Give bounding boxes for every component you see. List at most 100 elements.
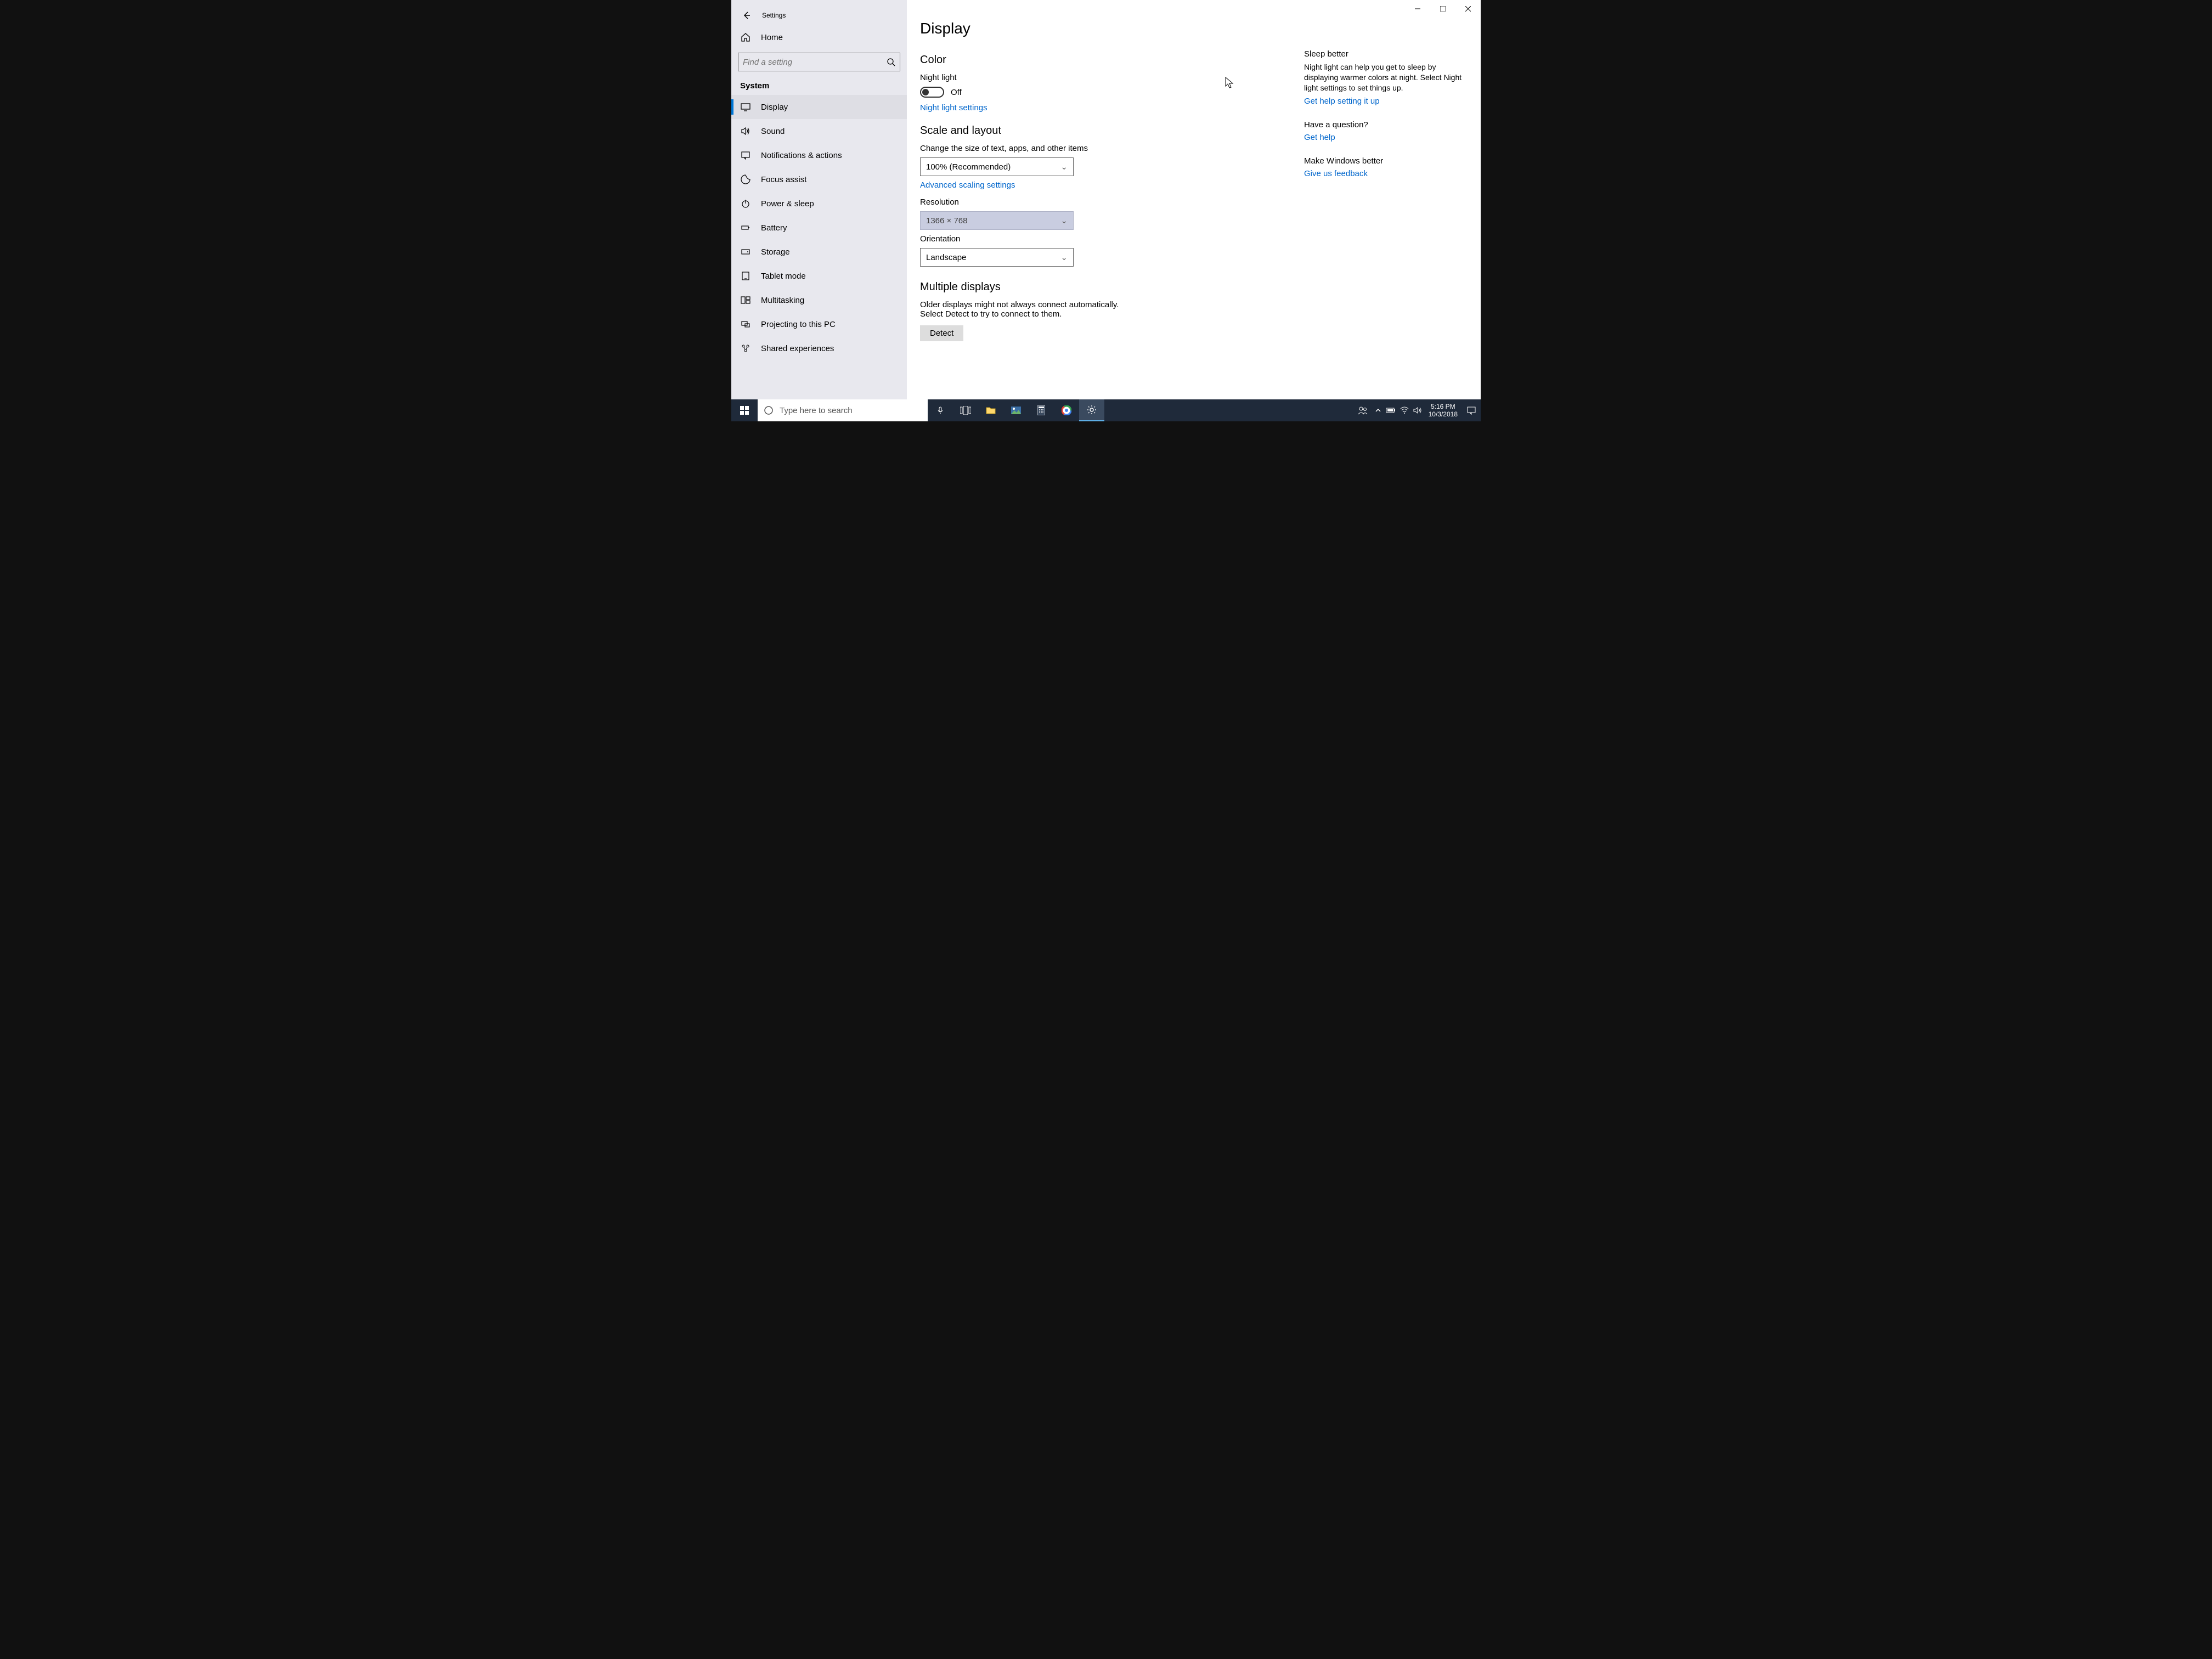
get-help-link[interactable]: Get help — [1304, 133, 1469, 142]
focus-assist-icon — [740, 174, 751, 185]
resolution-label: Resolution — [920, 198, 1271, 207]
tray-expand-button[interactable] — [1372, 399, 1385, 421]
screen: Settings Home System Display — [731, 0, 1481, 421]
sidebar: Settings Home System Display — [731, 0, 907, 399]
sidebar-item-label: Power & sleep — [761, 199, 814, 208]
tablet-icon — [740, 270, 751, 281]
orientation-label: Orientation — [920, 234, 1271, 244]
taskbar-date: 10/3/2018 — [1429, 410, 1458, 418]
sidebar-item-notifications[interactable]: Notifications & actions — [731, 143, 907, 167]
advanced-scaling-link[interactable]: Advanced scaling settings — [920, 180, 1271, 190]
battery-icon — [740, 222, 751, 233]
taskbar-search[interactable]: Type here to search — [758, 399, 928, 421]
feedback-title: Make Windows better — [1304, 156, 1469, 166]
taskbar: Type here to search — [731, 399, 1481, 421]
aside-panel: Sleep better Night light can help you ge… — [1304, 47, 1469, 341]
battery-icon — [1386, 407, 1396, 414]
chevron-up-icon — [1375, 407, 1381, 414]
sidebar-item-label: Display — [761, 103, 788, 112]
feedback-link[interactable]: Give us feedback — [1304, 169, 1469, 178]
tray-wifi-button[interactable] — [1398, 399, 1411, 421]
sidebar-item-power-sleep[interactable]: Power & sleep — [731, 191, 907, 216]
text-size-select[interactable]: 100% (Recommended) ⌄ — [920, 157, 1074, 176]
text-size-value: 100% (Recommended) — [926, 162, 1011, 172]
sound-icon — [740, 126, 751, 137]
sidebar-header: Settings — [731, 4, 907, 26]
gear-icon — [1087, 405, 1097, 415]
sidebar-item-label: Tablet mode — [761, 272, 806, 281]
sleep-better-body: Night light can help you get to sleep by… — [1304, 62, 1469, 93]
minimize-button[interactable] — [1405, 0, 1430, 18]
night-light-toggle[interactable] — [920, 87, 944, 98]
orientation-select[interactable]: Landscape ⌄ — [920, 248, 1074, 267]
resolution-select[interactable]: 1366 × 768 ⌄ — [920, 211, 1074, 230]
sidebar-item-battery[interactable]: Battery — [731, 216, 907, 240]
page-title: Display — [920, 20, 1481, 37]
sidebar-item-label: Notifications & actions — [761, 151, 842, 160]
section-multiple-displays: Multiple displays — [920, 281, 1271, 294]
projecting-icon — [740, 319, 751, 330]
home-link[interactable]: Home — [731, 26, 907, 48]
close-button[interactable] — [1455, 0, 1481, 18]
night-light-settings-link[interactable]: Night light settings — [920, 103, 1271, 112]
main-content: Display Color Night light Off Night ligh… — [907, 0, 1481, 399]
wifi-icon — [1400, 407, 1409, 414]
detect-button[interactable]: Detect — [920, 325, 963, 341]
tray-battery-button[interactable] — [1385, 399, 1398, 421]
windows-icon — [740, 406, 749, 415]
text-size-label: Change the size of text, apps, and other… — [920, 144, 1271, 153]
taskbar-search-placeholder: Type here to search — [780, 406, 853, 415]
power-icon — [740, 198, 751, 209]
mic-icon — [936, 406, 945, 415]
multiple-displays-desc: Older displays might not always connect … — [920, 300, 1139, 319]
search-icon — [887, 58, 895, 66]
window-title: Settings — [762, 12, 786, 19]
volume-icon — [1413, 407, 1422, 414]
sidebar-item-multitasking[interactable]: Multitasking — [731, 288, 907, 312]
start-button[interactable] — [731, 399, 758, 421]
sidebar-item-label: Projecting to this PC — [761, 320, 836, 329]
section-scale: Scale and layout — [920, 125, 1271, 137]
sidebar-item-focus-assist[interactable]: Focus assist — [731, 167, 907, 191]
search-box[interactable] — [738, 53, 900, 71]
sidebar-item-label: Storage — [761, 247, 790, 257]
action-center-button[interactable] — [1462, 399, 1481, 421]
sidebar-item-tablet-mode[interactable]: Tablet mode — [731, 264, 907, 288]
photos-icon — [1011, 407, 1021, 414]
resolution-value: 1366 × 768 — [926, 216, 968, 225]
taskbar-calculator-button[interactable] — [1029, 399, 1054, 421]
maximize-button[interactable] — [1430, 0, 1455, 18]
sidebar-item-shared-experiences[interactable]: Shared experiences — [731, 336, 907, 360]
sidebar-item-display[interactable]: Display — [731, 95, 907, 119]
sidebar-item-storage[interactable]: Storage — [731, 240, 907, 264]
sidebar-item-label: Battery — [761, 223, 787, 233]
back-button[interactable] — [738, 7, 755, 24]
settings-app: Settings Home System Display — [731, 0, 1481, 399]
sleep-better-title: Sleep better — [1304, 49, 1469, 59]
sidebar-item-projecting[interactable]: Projecting to this PC — [731, 312, 907, 336]
chevron-down-icon: ⌄ — [1060, 162, 1068, 172]
taskbar-chrome-button[interactable] — [1054, 399, 1079, 421]
taskview-icon — [960, 406, 971, 415]
search-input[interactable] — [743, 58, 887, 67]
sidebar-item-label: Shared experiences — [761, 344, 834, 353]
tray-volume-button[interactable] — [1411, 399, 1424, 421]
window-controls — [1082, 0, 1481, 18]
taskbar-settings-button[interactable] — [1079, 399, 1104, 421]
people-button[interactable] — [1354, 399, 1372, 421]
taskbar-explorer-button[interactable] — [978, 399, 1003, 421]
home-icon — [740, 32, 751, 43]
sidebar-item-sound[interactable]: Sound — [731, 119, 907, 143]
display-icon — [740, 101, 751, 112]
chevron-down-icon: ⌄ — [1060, 252, 1068, 262]
taskbar-photos-button[interactable] — [1003, 399, 1029, 421]
sleep-better-link[interactable]: Get help setting it up — [1304, 97, 1469, 106]
people-icon — [1358, 406, 1368, 415]
taskbar-clock[interactable]: 5:16 PM 10/3/2018 — [1424, 403, 1462, 419]
taskbar-taskview-button[interactable] — [953, 399, 978, 421]
night-light-label: Night light — [920, 73, 1271, 82]
taskbar-mic-button[interactable] — [928, 399, 953, 421]
storage-icon — [740, 246, 751, 257]
home-label: Home — [761, 33, 783, 42]
taskbar-time: 5:16 PM — [1429, 403, 1458, 410]
